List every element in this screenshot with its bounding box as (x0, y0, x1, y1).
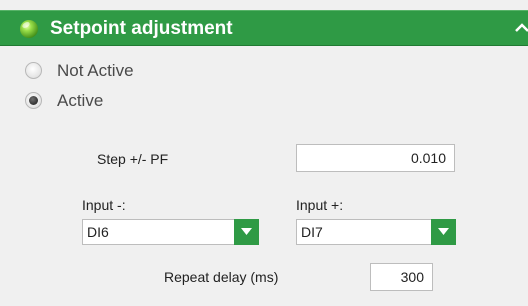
input-plus-select[interactable]: DI7 (296, 219, 456, 245)
chevron-up-icon[interactable] (514, 21, 528, 35)
step-label: Step +/- PF (97, 151, 169, 167)
input-minus-dropdown-button[interactable] (234, 219, 259, 245)
input-minus-value: DI6 (87, 224, 109, 240)
step-input[interactable]: 0.010 (296, 144, 455, 172)
input-minus-label: Input -: (82, 197, 126, 213)
radio-label-not-active: Not Active (57, 61, 134, 80)
green-ball-icon (20, 20, 38, 38)
setpoint-adjustment-panel: Setpoint adjustment Not Active Active St… (0, 0, 528, 306)
panel-header[interactable]: Setpoint adjustment (0, 10, 528, 46)
input-plus-dropdown-button[interactable] (431, 219, 456, 245)
radio-button-selected[interactable] (25, 92, 42, 109)
radio-label-active: Active (57, 91, 104, 110)
repeat-delay-label: Repeat delay (ms) (164, 269, 279, 285)
radio-button[interactable] (25, 62, 42, 79)
input-plus-value: DI7 (301, 224, 323, 240)
radio-active[interactable]: Active (25, 90, 145, 112)
input-plus-label: Input +: (296, 197, 344, 213)
radio-not-active[interactable]: Not Active (25, 60, 175, 82)
panel-title: Setpoint adjustment (50, 18, 233, 39)
input-minus-select[interactable]: DI6 (82, 219, 259, 245)
chevron-down-icon (241, 228, 252, 235)
chevron-down-icon (438, 228, 449, 235)
repeat-delay-input[interactable]: 300 (370, 263, 433, 291)
